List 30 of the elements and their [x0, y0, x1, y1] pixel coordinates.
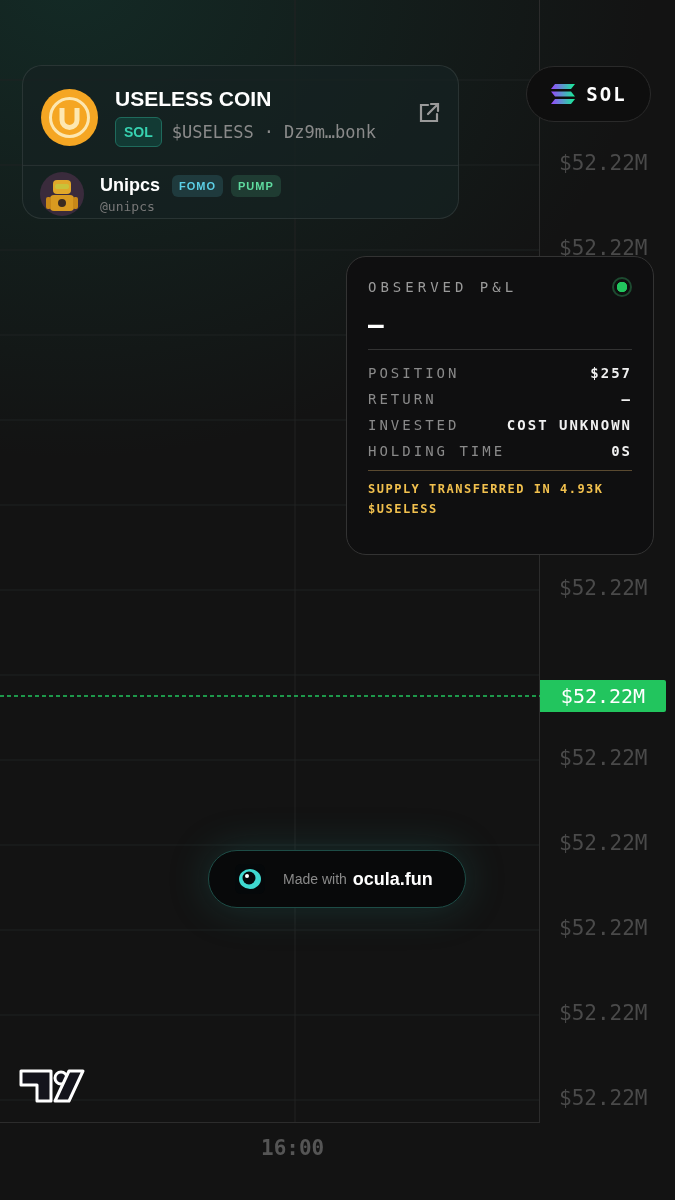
stat-value: 0S [611, 443, 632, 459]
transfer-note: SUPPLY TRANSFERRED IN 4.93K $USELESS [368, 481, 605, 518]
token-ticker: $USELESS [171, 122, 254, 142]
chain-tag: SOL [115, 117, 162, 147]
made-with-text: Made with [283, 871, 347, 887]
stat-value: COST UNKNOWN [506, 417, 632, 433]
stat-label: RETURN [368, 391, 437, 407]
token-address: Dz9m…bonk [283, 122, 377, 142]
creator-name: Unipcs [100, 175, 160, 196]
external-link-icon[interactable] [418, 102, 440, 124]
pnl-value: — [368, 309, 385, 342]
current-price-tag: $52.22M [540, 680, 666, 712]
network-icon [550, 83, 577, 105]
logo-icon [19, 1069, 85, 1105]
tag: PUMP [231, 174, 281, 197]
stat-label: POSITION [368, 365, 460, 381]
brand-link[interactable]: ocula.fun [352, 868, 433, 890]
pnl-title: OBSERVED P&L [368, 279, 518, 295]
time-label: 16:00 [261, 1136, 325, 1162]
stat-value: $257 [590, 365, 632, 381]
creator-handle: @unipcs [100, 198, 156, 214]
stat-value: – [621, 391, 632, 407]
coin-icon [41, 88, 98, 146]
made-with-badge[interactable]: Made with ocula.fun [208, 850, 466, 908]
stat-label: INVESTED [368, 417, 460, 433]
stat-label: HOLDING TIME [368, 443, 506, 459]
token-name: USELESS COIN [115, 87, 273, 111]
network-button[interactable]: SOL [526, 66, 651, 122]
separator-dot: · [263, 122, 274, 142]
tag: FOMO [172, 174, 223, 197]
